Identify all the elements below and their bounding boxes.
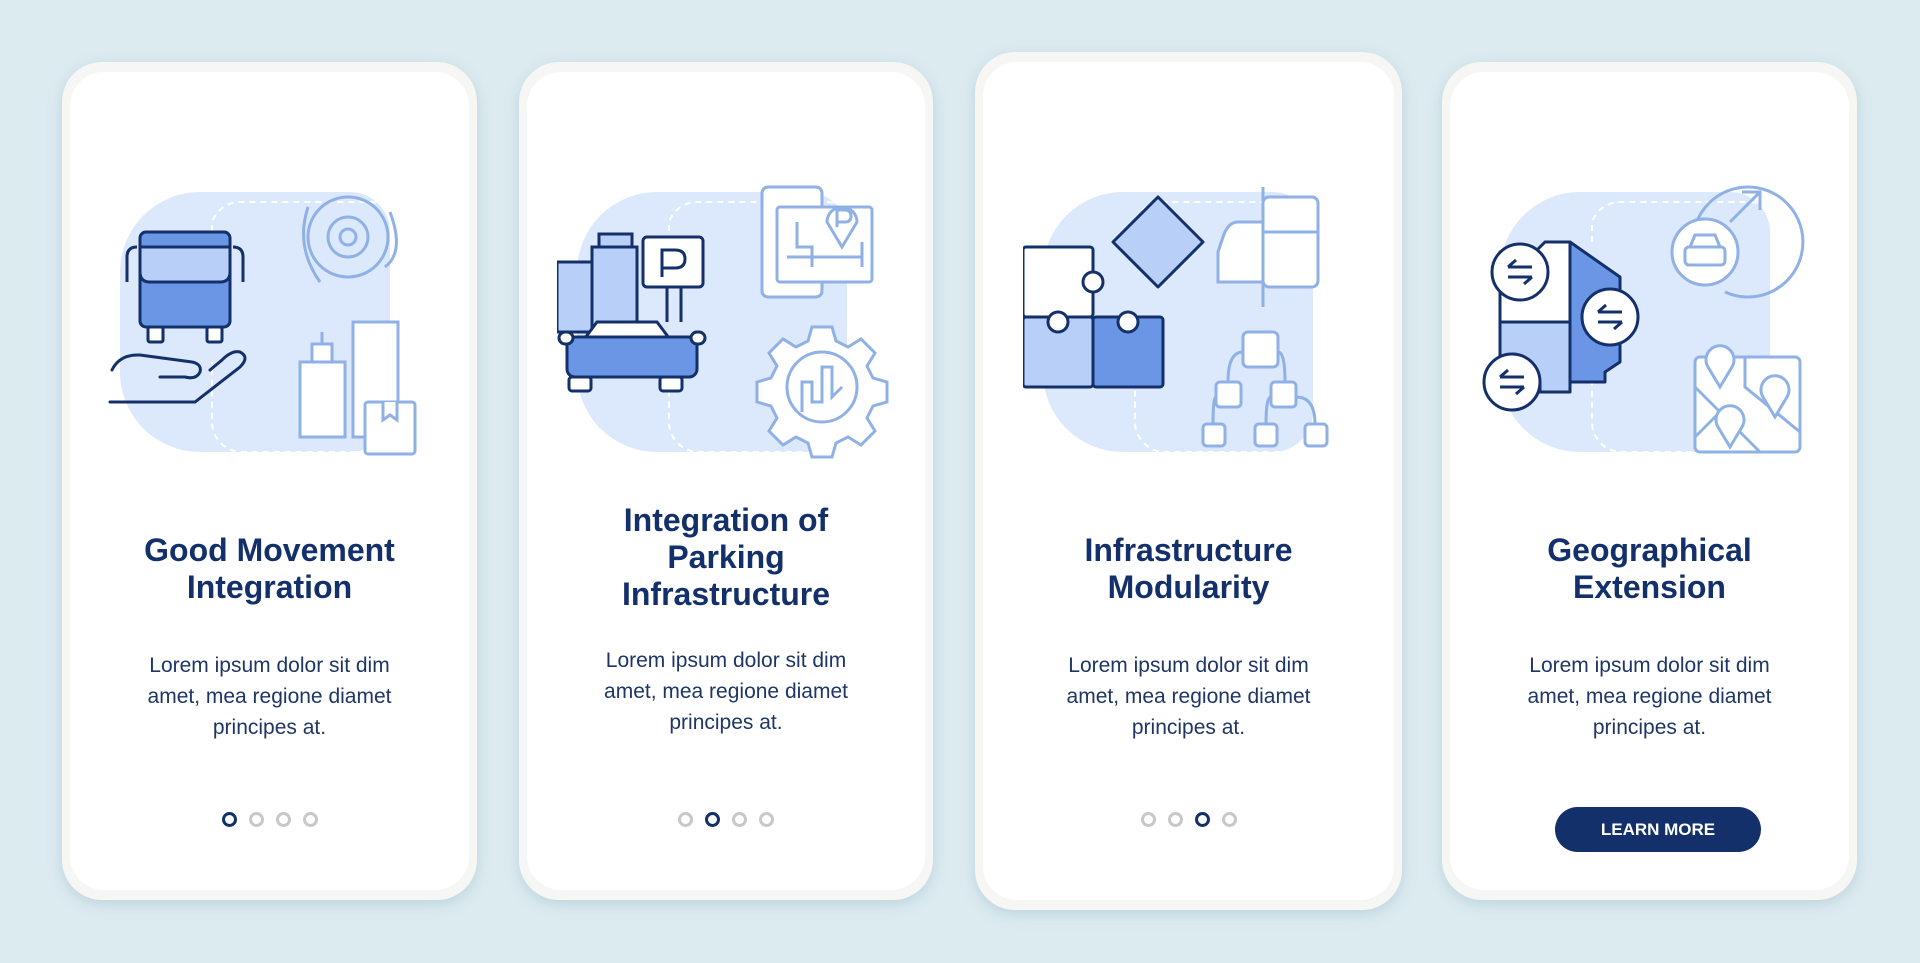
card-surface: Good Movement Integration Lorem ipsum do… [70, 72, 469, 890]
page-dot-2[interactable] [1167, 812, 1183, 827]
card-surface: Infrastructure Modularity Lorem ipsum do… [983, 62, 1394, 900]
parking-integration-illustration [557, 185, 889, 459]
page-dot-2[interactable] [705, 812, 720, 827]
card-description: Lorem ipsum dolor sit dim amet, mea regi… [604, 649, 848, 734]
page-dot-4[interactable] [1221, 812, 1237, 827]
parking-map-pin-icon [760, 185, 874, 299]
map-pins-icon [1693, 344, 1802, 454]
page-dot-2[interactable] [248, 812, 264, 827]
learn-more-button[interactable]: LEARN MORE [1555, 807, 1761, 852]
card-surface: Integration of Parking Infrastructure Lo… [527, 72, 925, 890]
pagination-dots [527, 812, 925, 827]
card-description: Lorem ipsum dolor sit dim amet, mea regi… [1066, 654, 1311, 739]
package-box-icon [363, 400, 417, 456]
page-dot-4[interactable] [759, 812, 774, 827]
onboarding-card-1: Good Movement Integration Lorem ipsum do… [62, 62, 477, 900]
page-dot-4[interactable] [302, 812, 318, 827]
pagination-dots [70, 812, 469, 827]
page-dot-1[interactable] [221, 812, 237, 827]
onboarding-card-2: Integration of Parking Infrastructure Lo… [519, 62, 933, 900]
card-title: Good Movement Integration [144, 532, 395, 605]
card-description: Lorem ipsum dolor sit dim amet, mea regi… [147, 654, 392, 739]
card-title: Integration of Parking Infrastructure [621, 502, 831, 612]
card-title: Infrastructure Modularity [1084, 532, 1293, 605]
onboarding-card-3: Infrastructure Modularity Lorem ipsum do… [975, 52, 1402, 910]
bus-icon [125, 230, 245, 344]
page-dot-3[interactable] [732, 812, 747, 827]
pagination-dots [983, 812, 1394, 827]
gear-chart-icon [755, 325, 889, 459]
onboarding-card-4: Geographical Extension Lorem ipsum dolor… [1442, 62, 1857, 900]
card-description: Lorem ipsum dolor sit dim amet, mea regi… [1527, 654, 1772, 739]
card-surface: Geographical Extension Lorem ipsum dolor… [1450, 72, 1849, 890]
page-dot-3[interactable] [1194, 812, 1210, 827]
page-dot-3[interactable] [275, 812, 291, 827]
good-movement-illustration [108, 192, 417, 456]
infrastructure-modularity-illustration [1023, 187, 1329, 453]
page-dot-1[interactable] [678, 812, 693, 827]
buildings-icon [557, 232, 639, 334]
card-title: Geographical Extension [1547, 532, 1752, 605]
geographical-extension-illustration [1482, 185, 1805, 454]
page-dot-1[interactable] [1140, 812, 1156, 827]
